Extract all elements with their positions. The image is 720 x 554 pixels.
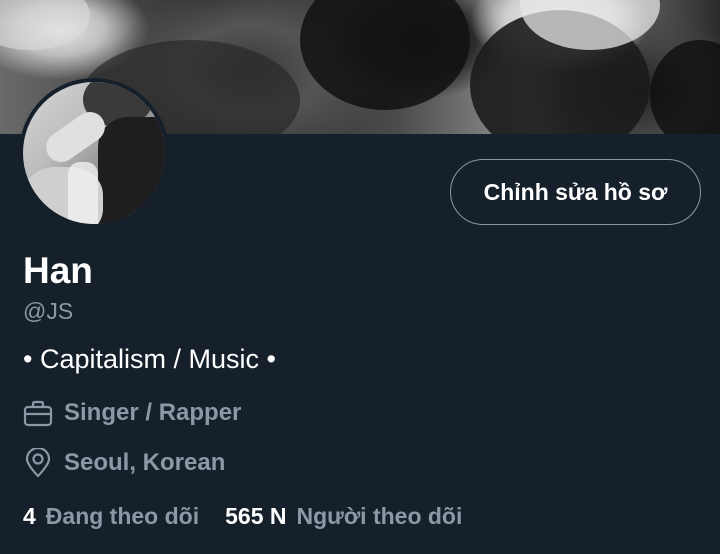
profile-avatar[interactable] [19, 78, 169, 228]
following-label[interactable]: Đang theo dõi [46, 503, 199, 530]
profile-job: Singer / Rapper [23, 398, 241, 428]
display-name: Han [23, 250, 93, 291]
briefcase-icon [23, 398, 53, 428]
following-count[interactable]: 4 [23, 503, 36, 530]
follow-stats: 4 Đang theo dõi 565 N Người theo dõi [23, 503, 488, 530]
profile-location: Seoul, Korean [23, 448, 225, 478]
location-pin-icon [23, 448, 53, 478]
username-handle: @JS [23, 298, 74, 324]
job-text: Singer / Rapper [64, 399, 242, 426]
profile-bio: • Capitalism / Music • [23, 344, 276, 374]
location-text: Seoul, Korean [64, 449, 226, 476]
edit-profile-button[interactable]: Chỉnh sửa hồ sơ [450, 159, 701, 225]
followers-label[interactable]: Người theo dõi [297, 503, 463, 530]
followers-count[interactable]: 565 N [225, 503, 286, 530]
